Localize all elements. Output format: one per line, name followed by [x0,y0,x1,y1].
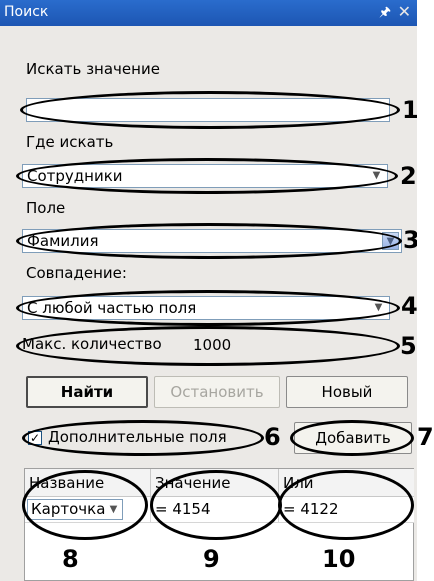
callout-3: 3 [403,226,417,254]
name-combo[interactable]: Карточка ▼ [27,499,123,520]
callout-10: 10 [322,545,356,573]
chevron-down-icon[interactable]: ▼ [382,232,399,250]
where-select[interactable]: Сотрудники ▼ [22,164,388,188]
max-count-input[interactable]: 1000 [188,333,388,357]
match-label: Совпадение: [26,264,127,282]
pin-icon[interactable]: 🖈 [379,3,391,25]
add-button[interactable]: Добавить [294,422,412,454]
stop-button[interactable]: Остановить [154,376,280,408]
search-value-input[interactable] [26,98,390,122]
extra-fields-label: Дополнительные поля [48,428,227,446]
callout-1: 1 [402,96,417,124]
callout-5: 5 [400,332,417,360]
callout-9: 9 [203,545,220,573]
col-header-or[interactable]: Или [279,469,414,497]
chevron-down-icon[interactable]: ▼ [368,167,385,185]
find-button[interactable]: Найти [26,376,148,408]
col-header-value[interactable]: Значение [151,469,279,497]
extra-fields-checkbox[interactable]: ✓ [28,431,42,445]
max-count-label: Макс. количество [22,335,162,353]
search-value-label: Искать значение [26,60,160,78]
search-panel: Поиск 🖈 ✕ Искать значение Где искать Сот… [0,0,417,581]
table-cell-or[interactable]: = 4122 [279,497,414,523]
table-cell-name[interactable]: Карточка ▼ [25,497,151,523]
callout-8: 8 [62,545,79,573]
chevron-down-icon[interactable]: ▼ [370,299,387,317]
window-title: Поиск [4,4,49,20]
callout-4: 4 [401,292,417,320]
title-bar: Поиск 🖈 ✕ [0,0,417,26]
callout-7: 7 [417,423,434,451]
callout-2: 2 [400,162,417,190]
chevron-down-icon[interactable]: ▼ [106,501,121,518]
field-selected: Фамилия [27,232,99,250]
new-button[interactable]: Новый [286,376,408,408]
field-label: Поле [26,199,66,217]
match-select[interactable]: С любой частью поля ▼ [22,296,390,320]
field-select[interactable]: Фамилия ▼ [22,229,402,253]
name-combo-value: Карточка [31,500,106,518]
close-icon[interactable]: ✕ [398,2,411,21]
col-header-name[interactable]: Название [25,469,151,497]
callout-6: 6 [264,423,281,451]
table-cell-value[interactable]: = 4154 [151,497,279,523]
match-selected: С любой частью поля [27,299,197,317]
max-count-value: 1000 [193,336,232,354]
where-selected: Сотрудники [27,167,123,185]
where-label: Где искать [26,133,114,151]
